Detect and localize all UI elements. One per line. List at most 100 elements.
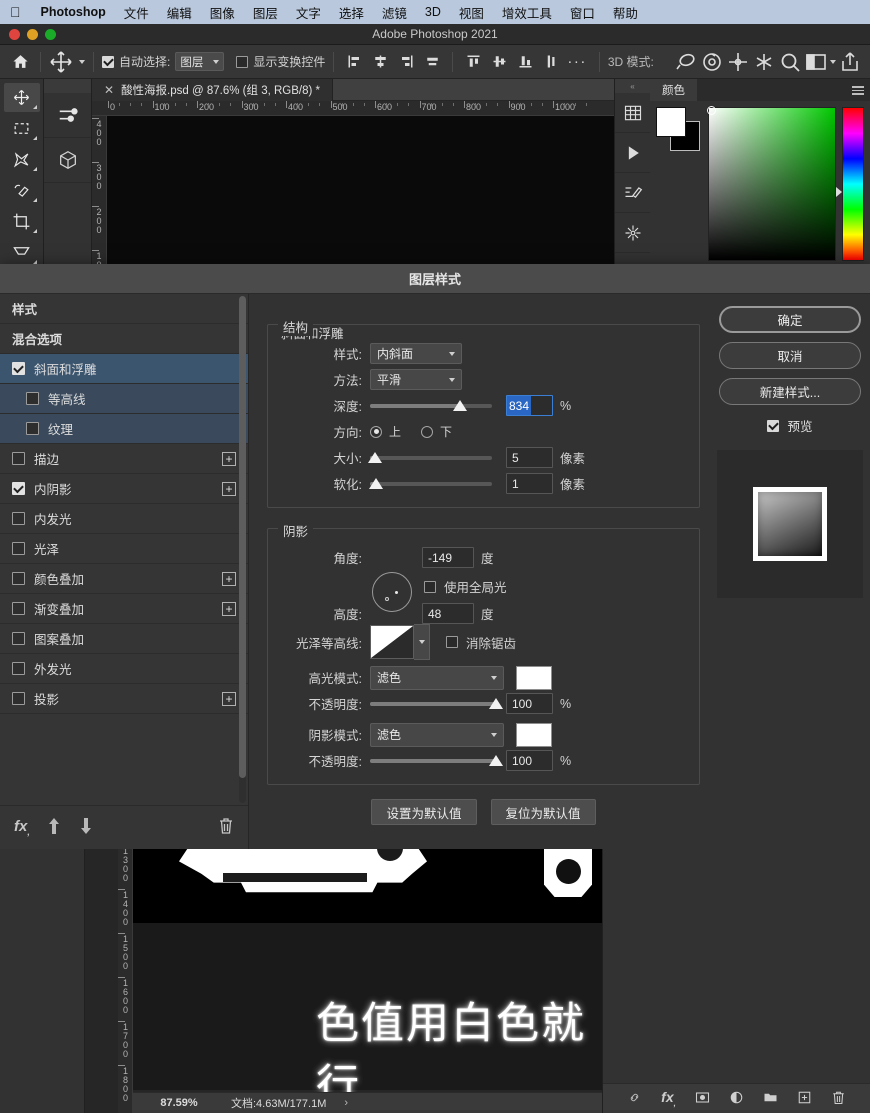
add-effect-icon[interactable]: + [222,571,236,586]
add-effect-icon[interactable]: + [222,691,236,706]
effects-scrollbar[interactable] [239,296,246,803]
show-transform-checkbox[interactable] [236,55,249,68]
auto-select-dropdown[interactable]: 图层 [175,52,225,71]
fx-icon[interactable]: fx, [14,818,30,837]
depth-input[interactable]: 834 [506,395,553,416]
depth-slider[interactable] [370,396,492,416]
arrow-up-icon[interactable] [46,817,62,838]
mask-icon[interactable] [695,1090,710,1108]
menu-item-help[interactable]: 帮助 [613,3,638,22]
chevron-down-icon[interactable] [79,59,85,64]
add-effect-icon[interactable]: + [222,451,236,466]
highlight-opacity-slider[interactable] [370,694,503,714]
align-left-icon[interactable] [342,50,366,74]
apple-icon[interactable]:  [10,5,21,19]
color-field[interactable] [707,106,836,261]
effect-checkbox[interactable] [26,422,39,435]
3d-roll-icon[interactable] [700,50,724,74]
soften-input[interactable]: 1 [506,473,553,494]
menu-app-name[interactable]: Photoshop [41,5,106,19]
menu-item-layer[interactable]: 图层 [253,3,278,22]
effect-row-11[interactable]: 图案叠加 [0,624,248,654]
effect-checkbox[interactable] [12,542,25,555]
home-icon[interactable] [8,50,32,74]
effect-row-8[interactable]: 光泽 [0,534,248,564]
adjustments-icon[interactable] [44,93,91,138]
menu-item-filter[interactable]: 滤镜 [382,3,407,22]
3d-slide-icon[interactable] [752,50,776,74]
effect-row-12[interactable]: 外发光 [0,654,248,684]
contour-dropdown-button[interactable] [414,624,430,660]
reset-default-button[interactable]: 复位为默认值 [490,799,596,825]
document-canvas[interactable]: 1300 1400 1500 1600 1700 1800 色值用白色就行 87.59% … [85,849,602,1113]
effect-row-6[interactable]: 内阴影 + [0,474,248,504]
folder-icon[interactable] [763,1090,778,1108]
direction-up-radio[interactable] [370,425,382,438]
slider-knob[interactable] [367,451,382,463]
effect-checkbox[interactable] [12,452,25,465]
library-icon[interactable] [615,93,650,133]
tool-slice[interactable] [4,238,40,267]
tool-quick-select[interactable] [4,176,40,205]
shadow-mode-dropdown[interactable]: 滤色 [370,722,504,747]
align-center-h-icon[interactable] [368,50,392,74]
effects-list[interactable]: 样式 混合选项 斜面和浮雕 等高线 纹理 描边 + 内阴影 + 内发光 光泽 颜色叠加 + 渐变叠加 + 图案… [0,294,248,805]
move-tool-icon[interactable] [49,50,73,74]
3d-pan-icon[interactable] [726,50,750,74]
menu-item-type[interactable]: 文字 [296,3,321,22]
ok-button[interactable]: 确定 [719,306,861,333]
slider-knob[interactable] [489,697,503,709]
highlight-color-swatch[interactable] [516,665,552,690]
cancel-button[interactable]: 取消 [719,342,861,369]
auto-select-checkbox[interactable] [102,55,114,68]
effect-checkbox[interactable] [26,392,39,405]
effect-row-10[interactable]: 渐变叠加 + [0,594,248,624]
new-style-button[interactable]: 新建样式... [719,378,861,405]
angle-input[interactable]: -149 [422,547,474,568]
arrow-down-icon[interactable] [78,817,94,838]
3d-cube-icon[interactable] [44,138,91,183]
chevron-down-icon[interactable] [830,59,836,64]
foreground-color-swatch[interactable] [656,107,686,137]
align-right-icon[interactable] [394,50,418,74]
menu-item-3d[interactable]: 3D [425,5,441,19]
hue-slider[interactable] [836,107,864,261]
align-middle-v-icon[interactable] [487,50,511,74]
set-default-button[interactable]: 设置为默认值 [371,799,477,825]
slider-knob[interactable] [369,477,384,489]
vertical-ruler[interactable]: 400300200100 [92,116,107,267]
effect-row-13[interactable]: 投影 + [0,684,248,714]
effect-checkbox[interactable] [12,572,25,585]
shadow-opacity-slider[interactable] [370,751,503,771]
fx-icon[interactable]: fx, [661,1089,676,1108]
trash-icon[interactable] [218,817,234,838]
direction-down-radio[interactable] [421,425,434,438]
link-icon[interactable] [627,1090,642,1108]
burst-icon[interactable] [615,213,650,253]
chevron-right-icon[interactable]: › [344,1097,348,1109]
distribute-v-icon[interactable] [539,50,563,74]
menu-item-image[interactable]: 图像 [210,3,235,22]
shadow-color-swatch[interactable] [516,722,552,747]
trash-icon[interactable] [831,1090,846,1108]
new-layer-icon[interactable] [797,1090,812,1108]
dock-collapse-icon[interactable]: « [615,79,650,93]
size-input[interactable]: 5 [506,447,553,468]
align-bottom-icon[interactable] [513,50,537,74]
add-effect-icon[interactable]: + [222,601,236,616]
effect-checkbox[interactable] [12,512,25,525]
effect-row-7[interactable]: 内发光 [0,504,248,534]
tool-marquee[interactable] [4,114,40,143]
align-top-icon[interactable] [461,50,485,74]
document-tab[interactable]: ✕ 酸性海报.psd @ 87.6% (组 3, RGB/8) * [92,78,333,101]
effect-row-2[interactable]: 斜面和浮雕 [0,354,248,384]
technique-dropdown[interactable]: 平滑 [370,369,462,390]
menu-item-plugins[interactable]: 增效工具 [502,3,552,22]
canvas-viewport[interactable] [107,116,614,267]
tab-color[interactable]: 颜色 [650,79,697,101]
horizontal-ruler[interactable]: 0 100 200 300 400 500 600 700 800 900 1000 [92,101,614,116]
effect-row-5[interactable]: 描边 + [0,444,248,474]
tool-crop[interactable] [4,207,40,236]
effect-row-0[interactable]: 样式 [0,294,248,324]
effect-checkbox[interactable] [12,602,25,615]
